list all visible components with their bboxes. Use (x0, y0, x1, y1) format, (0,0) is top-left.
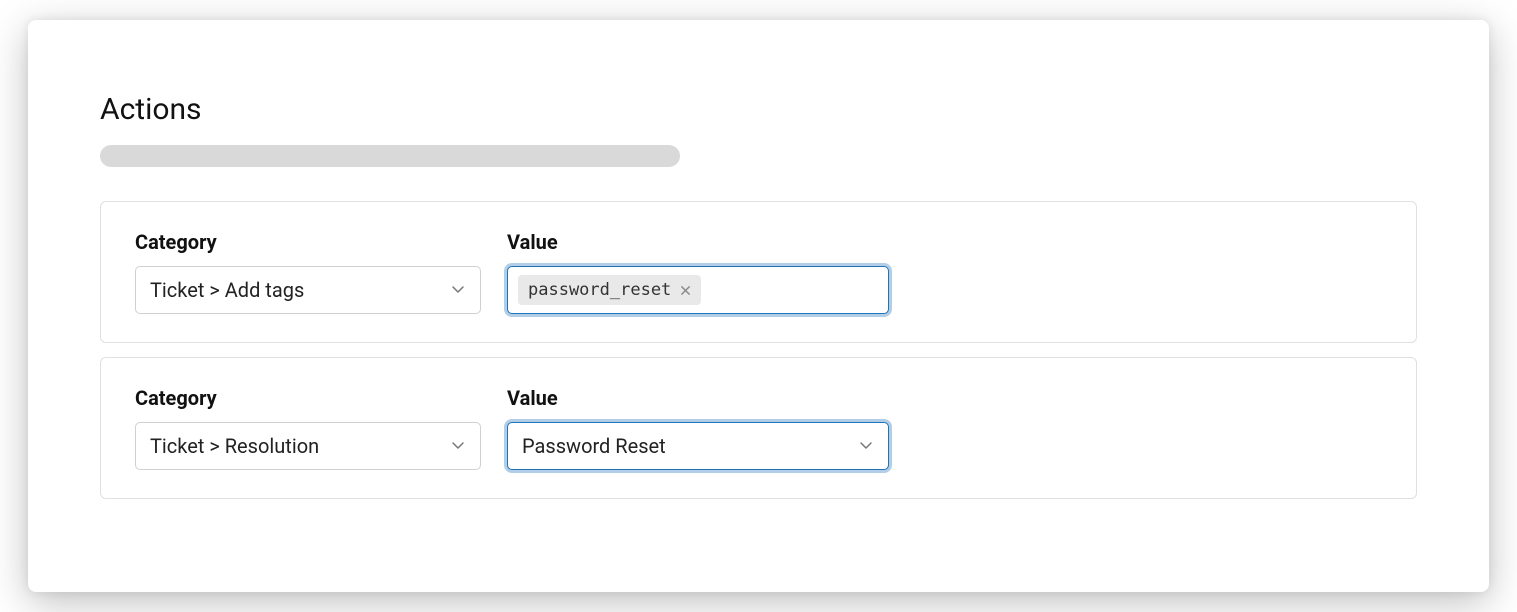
category-field: Category Ticket > Resolution (135, 386, 481, 470)
category-label: Category (135, 386, 481, 410)
tags-input[interactable]: password_reset (507, 266, 889, 314)
value-select-value: Password Reset (522, 434, 666, 458)
tag-text: password_reset (528, 280, 671, 300)
value-label: Value (507, 386, 889, 410)
chevron-down-icon (858, 434, 874, 458)
category-select[interactable]: Ticket > Add tags (135, 266, 481, 314)
value-label: Value (507, 230, 889, 254)
action-row: Category Ticket > Add tags Value passwor… (100, 201, 1417, 343)
value-field: Value Password Reset (507, 386, 889, 470)
section-title: Actions (100, 92, 1417, 127)
value-select[interactable]: Password Reset (507, 422, 889, 470)
category-select[interactable]: Ticket > Resolution (135, 422, 481, 470)
category-label: Category (135, 230, 481, 254)
actions-card: Actions Category Ticket > Add tags Value… (28, 20, 1489, 592)
chevron-down-icon (450, 278, 466, 302)
category-select-value: Ticket > Resolution (150, 434, 319, 458)
chevron-down-icon (450, 434, 466, 458)
category-select-value: Ticket > Add tags (150, 278, 304, 302)
tag-remove-button[interactable] (677, 282, 693, 298)
value-field: Value password_reset (507, 230, 889, 314)
category-field: Category Ticket > Add tags (135, 230, 481, 314)
tag-pill: password_reset (518, 275, 701, 305)
description-placeholder (100, 145, 680, 167)
action-row: Category Ticket > Resolution Value Passw… (100, 357, 1417, 499)
